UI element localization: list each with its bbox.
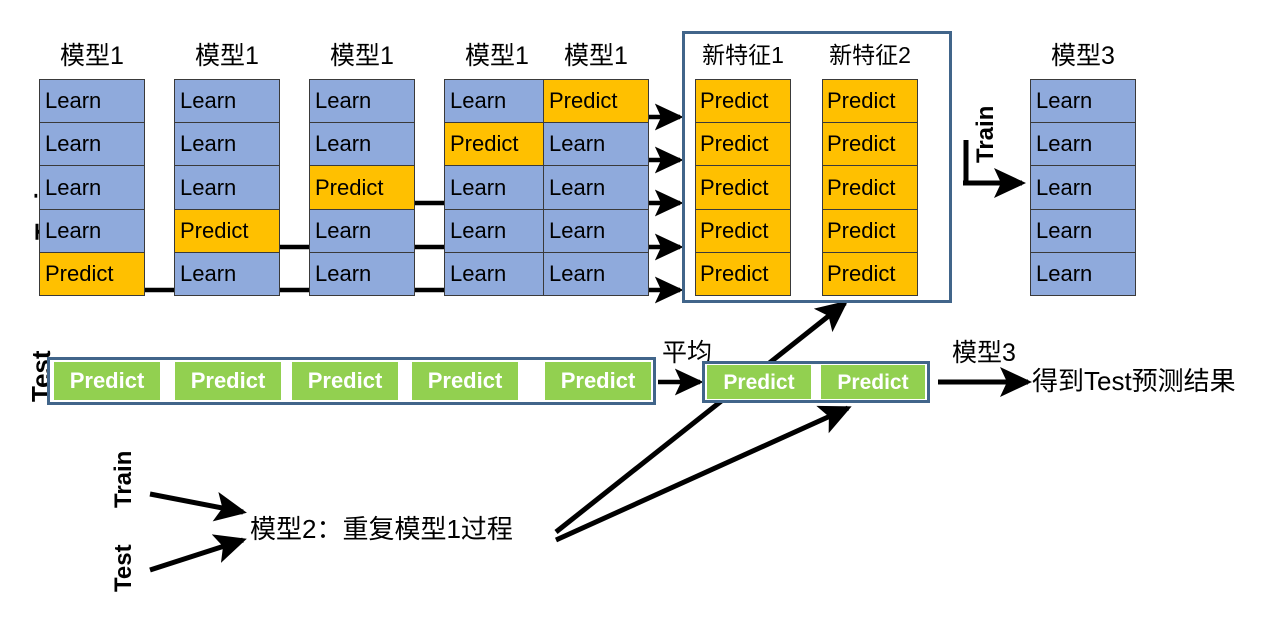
final-result-text: 得到Test预测结果	[1032, 366, 1236, 396]
test-predict-cell: Predict	[412, 362, 518, 400]
model2-to-newfeature-arrow	[554, 300, 849, 534]
new-feature-cell: Predict	[823, 123, 917, 167]
new-feature-column-2: Predict Predict Predict Predict Predict	[822, 79, 918, 296]
column-header-model1-4: 模型1	[465, 42, 529, 70]
fold-cell: Learn	[544, 252, 648, 296]
train-to-model3-label: Train	[972, 105, 999, 163]
column-header-model3: 模型3	[1051, 42, 1115, 70]
fold-column-4: Learn Predict Learn Learn Learn	[444, 79, 550, 296]
new-feature-column-1: Predict Predict Predict Predict Predict	[695, 79, 791, 296]
fold-cell-predict: Predict	[175, 209, 279, 253]
fold-cell: Learn	[544, 209, 648, 253]
model3-cell: Learn	[1031, 80, 1135, 124]
fold-cell: Learn	[175, 80, 279, 124]
model3-cell: Learn	[1031, 252, 1135, 296]
fold-cell: Learn	[310, 209, 414, 253]
column-header-model1-2: 模型1	[195, 42, 259, 70]
model3-cell: Learn	[1031, 166, 1135, 210]
column-header-model1-5: 模型1	[564, 42, 628, 70]
column-header-model1-1: 模型1	[60, 42, 124, 70]
fold-column-1: Learn Learn Learn Learn Predict	[39, 79, 145, 296]
fold-cell: Learn	[40, 166, 144, 210]
new-feature-cell: Predict	[823, 209, 917, 253]
fold-cell: Learn	[40, 80, 144, 124]
fold-cell: Learn	[445, 209, 549, 253]
model3-cell: Learn	[1031, 123, 1135, 167]
test-predict-cell: Predict	[175, 362, 281, 400]
model3-column: Learn Learn Learn Learn Learn	[1030, 79, 1136, 296]
column-header-newfeature1: 新特征1	[702, 42, 784, 68]
fold-cell: Learn	[40, 209, 144, 253]
fold-cell: Learn	[40, 123, 144, 167]
fold-cell: Learn	[445, 166, 549, 210]
test-predict-cell: Predict	[54, 362, 160, 400]
fold-cell-predict: Predict	[544, 80, 648, 124]
averaged-predict-cell: Predict	[707, 365, 811, 399]
fold-cell: Learn	[445, 252, 549, 296]
fold-cell-predict: Predict	[40, 252, 144, 296]
new-feature-cell: Predict	[696, 166, 790, 210]
fold-cell: Learn	[175, 123, 279, 167]
bottom-train-label: Train	[110, 450, 137, 508]
new-feature-cell: Predict	[696, 252, 790, 296]
new-feature-cell: Predict	[823, 166, 917, 210]
fold-column-2: Learn Learn Learn Predict Learn	[174, 79, 280, 296]
fold-cell: Learn	[544, 123, 648, 167]
fold-column-5: Predict Learn Learn Learn Learn	[543, 79, 649, 296]
fold-cell: Learn	[175, 166, 279, 210]
test-predict-cell: Predict	[545, 362, 651, 400]
fold-cell: Learn	[310, 80, 414, 124]
column-header-newfeature2: 新特征2	[829, 42, 911, 68]
model3-cell: Learn	[1031, 209, 1135, 253]
bottom-test-arrow	[149, 534, 247, 573]
fold-cell: Learn	[175, 252, 279, 296]
diagram-canvas: Train 模型1 Learn Learn Learn Learn Predic…	[0, 0, 1267, 634]
new-feature-cell: Predict	[696, 123, 790, 167]
new-feature-cell: Predict	[696, 80, 790, 124]
fold-cell-predict: Predict	[445, 123, 549, 167]
bottom-test-label: Test	[110, 544, 137, 592]
fold-cell: Learn	[310, 123, 414, 167]
new-feature-cell: Predict	[823, 80, 917, 124]
fold-cell: Learn	[310, 252, 414, 296]
test-predict-cell: Predict	[292, 362, 398, 400]
fold-column-3: Learn Learn Predict Learn Learn	[309, 79, 415, 296]
model2-note-text: 模型2：重复模型1过程	[250, 514, 513, 544]
new-feature-cell: Predict	[823, 252, 917, 296]
fold-cell: Learn	[445, 80, 549, 124]
model2-to-averaged-arrow	[554, 405, 852, 543]
new-feature-cell: Predict	[696, 209, 790, 253]
fold-cell: Learn	[544, 166, 648, 210]
model3-arrow-label: 模型3	[952, 339, 1016, 367]
column-header-model1-3: 模型1	[330, 42, 394, 70]
bottom-train-arrow	[149, 491, 247, 522]
fold-cell-predict: Predict	[310, 166, 414, 210]
averaged-predict-cell: Predict	[821, 365, 925, 399]
